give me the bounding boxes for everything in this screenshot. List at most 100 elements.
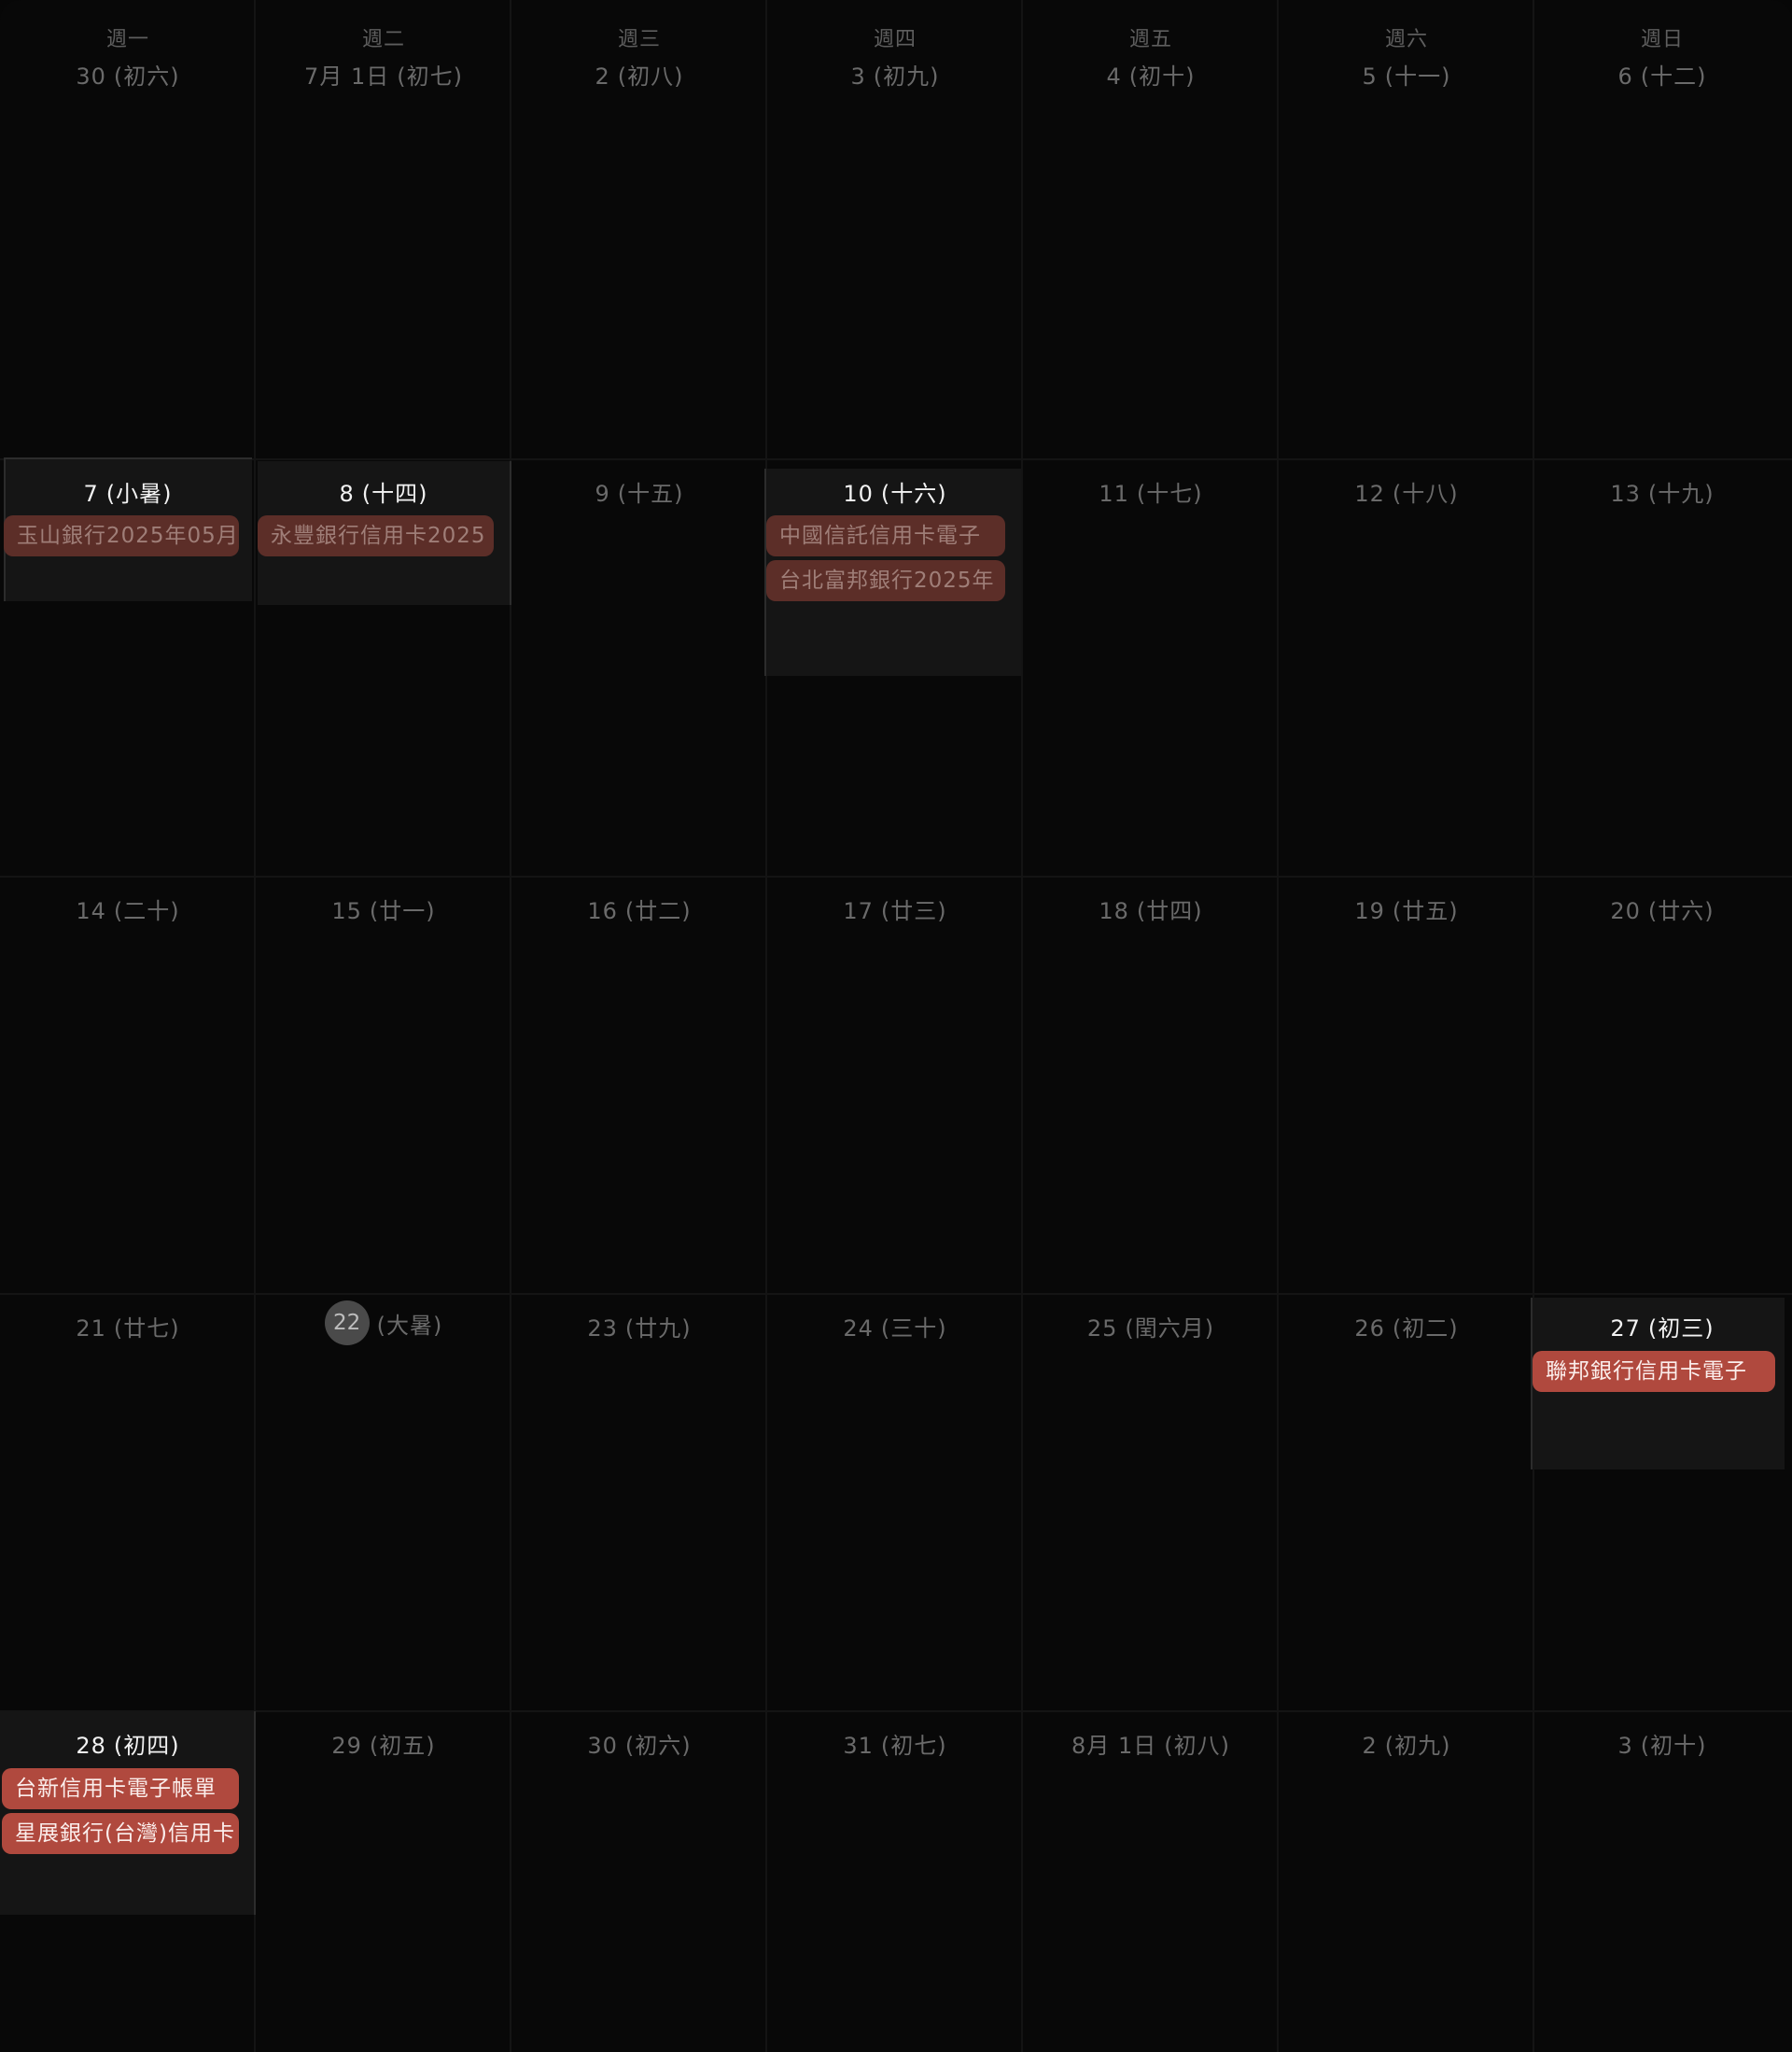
row-divider bbox=[0, 1293, 1792, 1295]
day-cell[interactable]: 12 (十八) bbox=[1279, 475, 1534, 508]
weekday-header-tue: 週二 bbox=[361, 28, 405, 51]
event-chip[interactable]: 玉山銀行2025年05月 bbox=[4, 515, 239, 556]
day-cell[interactable]: 30 (初六) bbox=[511, 1727, 767, 1760]
lunar-date: (廿三) bbox=[880, 898, 947, 924]
lunar-date: (廿二) bbox=[624, 898, 692, 924]
lunar-date: (小暑) bbox=[105, 481, 173, 507]
day-cell[interactable]: 21 (廿七) bbox=[0, 1310, 256, 1342]
day-number: 8 bbox=[339, 481, 355, 507]
day-number: 14 bbox=[76, 898, 106, 924]
day-cell[interactable]: 14 (二十) bbox=[0, 892, 256, 925]
day-cell[interactable]: 23 (廿九) bbox=[511, 1310, 767, 1342]
event-chip[interactable]: 永豐銀行信用卡2025 bbox=[258, 515, 494, 556]
lunar-date: (大暑) bbox=[376, 1312, 443, 1339]
lunar-date: (初六) bbox=[624, 1733, 692, 1759]
day-cell[interactable]: 6 (十二) bbox=[1534, 58, 1790, 91]
day-cell[interactable]: 16 (廿二) bbox=[511, 892, 767, 925]
lunar-date: (十五) bbox=[617, 481, 684, 507]
lunar-date: (十二) bbox=[1640, 63, 1707, 90]
day-cell[interactable]: 17 (廿三) bbox=[767, 892, 1023, 925]
day-cell[interactable]: 24 (三十) bbox=[767, 1310, 1023, 1342]
day-cell[interactable]: 10 (十六) bbox=[767, 475, 1023, 508]
lunar-date: (十八) bbox=[1392, 481, 1459, 507]
day-cell[interactable]: 13 (十九) bbox=[1534, 475, 1790, 508]
day-number: 7月 1日 bbox=[304, 63, 390, 90]
day-cell[interactable]: 28 (初四) bbox=[0, 1727, 256, 1760]
day-number: 21 bbox=[76, 1315, 106, 1342]
day-cell[interactable]: 25 (閏六月) bbox=[1023, 1310, 1279, 1342]
day-number: 2 bbox=[1362, 1733, 1378, 1759]
lunar-date: (初十) bbox=[1640, 1733, 1707, 1759]
day-number: 18 bbox=[1099, 898, 1129, 924]
day-cell[interactable]: 3 (初九) bbox=[767, 58, 1023, 91]
weekday-header-wed: 週三 bbox=[617, 28, 661, 51]
lunar-date: (廿六) bbox=[1647, 898, 1715, 924]
event-chip[interactable]: 台北富邦銀行2025年 bbox=[766, 560, 1005, 601]
day-cell[interactable]: 2 (初九) bbox=[1279, 1727, 1534, 1760]
day-number: 16 bbox=[587, 898, 618, 924]
day-cell[interactable]: 3 (初十) bbox=[1534, 1727, 1790, 1760]
day-number: 8月 1日 bbox=[1071, 1733, 1157, 1759]
day-cell[interactable]: 8月 1日 (初八) bbox=[1023, 1727, 1279, 1760]
day-cell[interactable]: 7 (小暑) bbox=[0, 475, 256, 508]
lunar-date: (三十) bbox=[880, 1315, 947, 1342]
day-number: 9 bbox=[595, 481, 610, 507]
day-cell[interactable]: 8 (十四) bbox=[256, 475, 511, 508]
month-calendar: 週一 週二 週三 週四 週五 週六 週日 30 (初六) 7月 1日 (初七) 2(… bbox=[0, 0, 1792, 2052]
lunar-date: (初八) bbox=[617, 63, 684, 90]
day-number: 26 bbox=[1354, 1315, 1385, 1342]
lunar-date: (初六) bbox=[113, 63, 180, 90]
day-number: 2 bbox=[595, 63, 610, 90]
day-cell[interactable]: 26 (初二) bbox=[1279, 1310, 1534, 1342]
lunar-date: (初二) bbox=[1392, 1315, 1459, 1342]
lunar-date: (廿一) bbox=[369, 898, 436, 924]
lunar-date: (初三) bbox=[1647, 1315, 1715, 1342]
day-number: 11 bbox=[1099, 481, 1129, 507]
day-cell-today[interactable]: 22 (大暑) bbox=[256, 1300, 511, 1345]
day-cell[interactable]: 7月 1日 (初七) bbox=[256, 58, 511, 91]
lunar-date: (二十) bbox=[113, 898, 180, 924]
lunar-date: (初四) bbox=[113, 1733, 180, 1759]
lunar-date: (廿五) bbox=[1392, 898, 1459, 924]
lunar-date: (廿九) bbox=[624, 1315, 692, 1342]
day-cell[interactable]: 19 (廿五) bbox=[1279, 892, 1534, 925]
day-cell[interactable]: 2 (初八) bbox=[511, 58, 767, 91]
day-cell[interactable]: 15 (廿一) bbox=[256, 892, 511, 925]
weekday-header-fri: 週五 bbox=[1128, 28, 1172, 51]
row-divider bbox=[0, 458, 1792, 460]
lunar-date: (初九) bbox=[873, 63, 940, 90]
day-cell[interactable]: 18 (廿四) bbox=[1023, 892, 1279, 925]
lunar-date: (十四) bbox=[361, 481, 428, 507]
day-cell[interactable]: 27 (初三) bbox=[1534, 1310, 1790, 1342]
day-cell[interactable]: 20 (廿六) bbox=[1534, 892, 1790, 925]
day-number: 30 bbox=[587, 1733, 618, 1759]
lunar-date: (廿七) bbox=[113, 1315, 180, 1342]
lunar-date: (初五) bbox=[369, 1733, 436, 1759]
event-chip[interactable]: 台新信用卡電子帳單 bbox=[2, 1768, 239, 1809]
day-number: 7 bbox=[83, 481, 99, 507]
lunar-date: (十六) bbox=[880, 481, 947, 507]
day-cell[interactable]: 9 (十五) bbox=[511, 475, 767, 508]
lunar-date: (初九) bbox=[1384, 1733, 1451, 1759]
day-cell[interactable]: 11 (十七) bbox=[1023, 475, 1279, 508]
lunar-date: (初十) bbox=[1128, 63, 1196, 90]
day-cell[interactable]: 30 (初六) bbox=[0, 58, 256, 91]
event-chip[interactable]: 聯邦銀行信用卡電子 bbox=[1533, 1351, 1775, 1392]
lunar-date: (十七) bbox=[1136, 481, 1203, 507]
day-cell[interactable]: 29 (初五) bbox=[256, 1727, 511, 1760]
event-chip[interactable]: 星展銀行(台灣)信用卡 bbox=[2, 1813, 239, 1854]
day-number: 6 bbox=[1617, 63, 1633, 90]
day-number: 19 bbox=[1354, 898, 1385, 924]
day-number: 13 bbox=[1610, 481, 1641, 507]
day-cell[interactable]: 4 (初十) bbox=[1023, 58, 1279, 91]
lunar-date: (閏六月) bbox=[1125, 1315, 1215, 1342]
day-cell[interactable]: 31 (初七) bbox=[767, 1727, 1023, 1760]
lunar-date: (十九) bbox=[1647, 481, 1715, 507]
day-cell[interactable]: 5 (十一) bbox=[1279, 58, 1534, 91]
day-number: 12 bbox=[1354, 481, 1385, 507]
row-divider bbox=[0, 876, 1792, 878]
day-number: 23 bbox=[587, 1315, 618, 1342]
lunar-date: (初八) bbox=[1164, 1733, 1230, 1759]
day-number: 28 bbox=[76, 1733, 106, 1759]
event-chip[interactable]: 中國信託信用卡電子 bbox=[766, 515, 1005, 556]
